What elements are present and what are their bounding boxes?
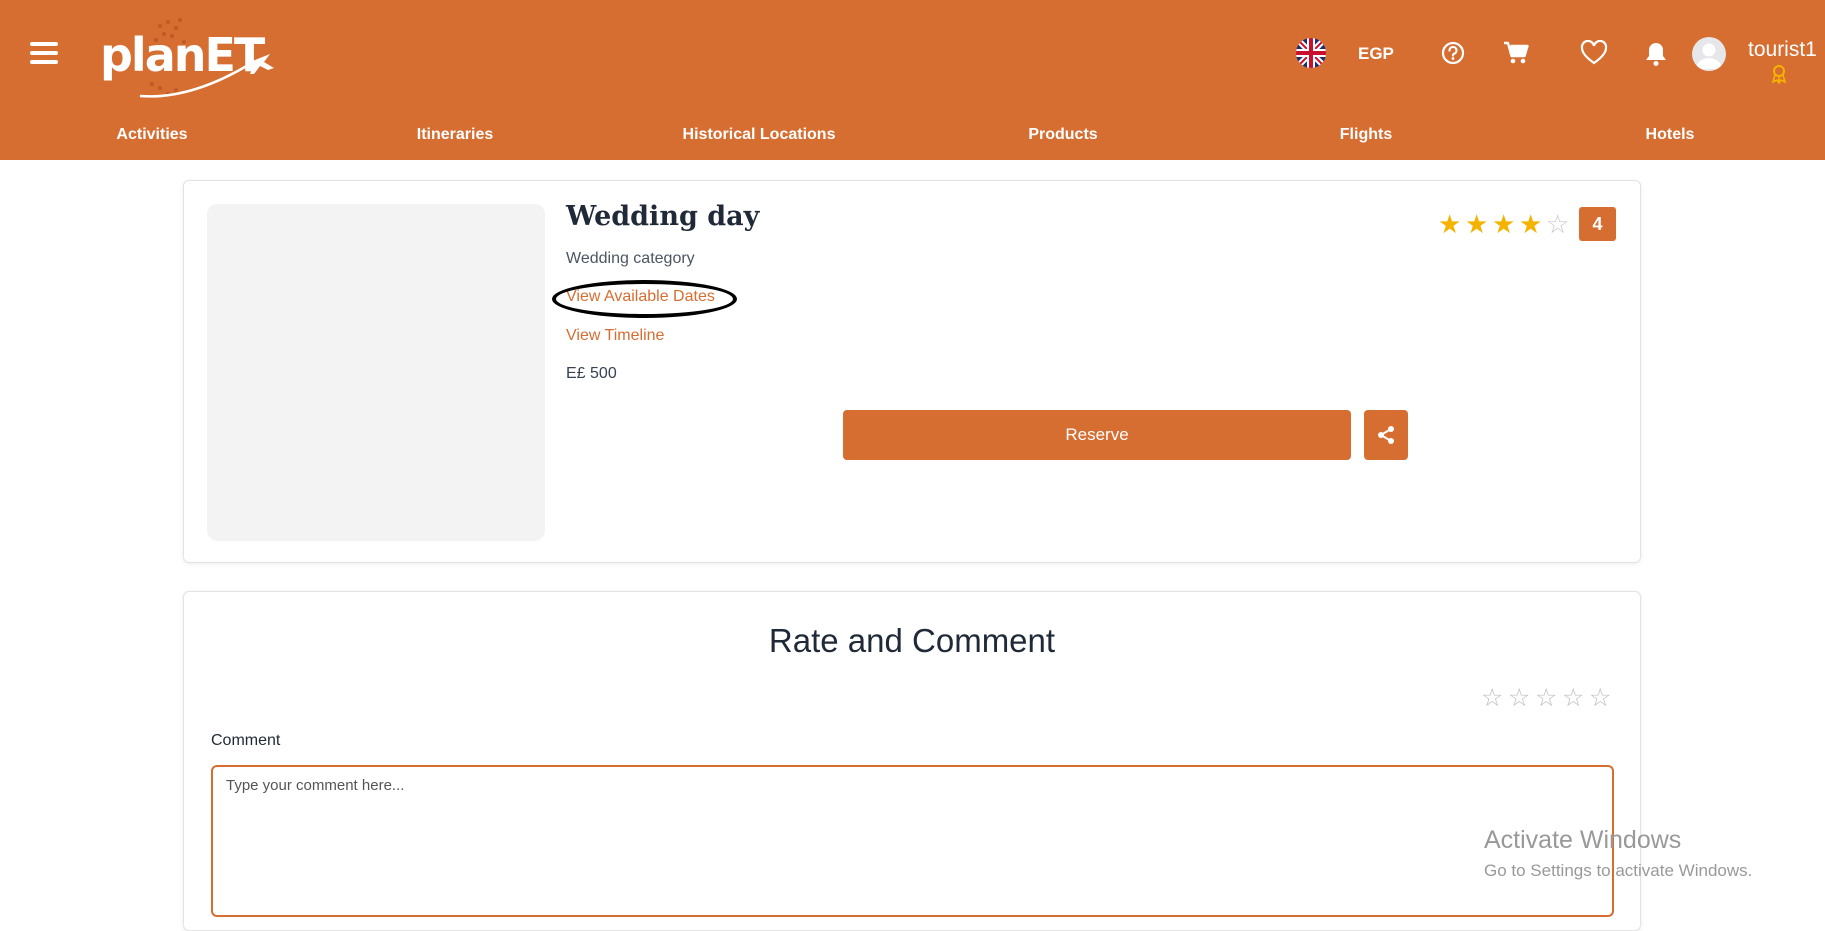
rate-star-icon[interactable]: ☆ [1562,686,1589,711]
star-filled-icon: ★ [1519,209,1543,239]
rate-star-icon[interactable]: ☆ [1589,686,1616,711]
main-nav: Activities Itineraries Historical Locati… [0,118,1825,152]
star-empty-icon: ☆ [1546,209,1570,239]
uk-flag-icon[interactable] [1296,38,1326,68]
menu-icon[interactable] [30,42,58,68]
share-icon [1378,426,1394,444]
comment-label: Comment [211,732,281,749]
username[interactable]: tourist1 [1748,38,1817,62]
watermark-subtitle: Go to Settings to activate Windows. [1484,861,1753,880]
view-timeline-link[interactable]: View Timeline [566,327,664,345]
star-filled-icon: ★ [1438,209,1462,239]
nav-activities[interactable]: Activities [116,126,187,144]
activity-image [207,204,545,541]
rate-star-icon[interactable]: ☆ [1508,686,1535,711]
rate-stars-input[interactable]: ☆ ☆ ☆ ☆ ☆ [1481,686,1616,711]
nav-flights[interactable]: Flights [1340,126,1392,144]
reserve-button[interactable]: Reserve [843,410,1351,460]
comment-input[interactable] [211,765,1614,917]
nav-hotels[interactable]: Hotels [1646,126,1695,144]
rate-star-icon[interactable]: ☆ [1481,686,1508,711]
currency-selector[interactable]: EGP [1358,44,1394,64]
rate-star-icon[interactable]: ☆ [1535,686,1562,711]
rating-badge: 4 [1579,207,1616,241]
nav-products[interactable]: Products [1028,126,1097,144]
heart-icon[interactable] [1580,39,1608,68]
rate-comment-card: Rate and Comment ☆ ☆ ☆ ☆ ☆ Comment [183,591,1641,931]
help-icon[interactable] [1440,40,1468,68]
planet-logo[interactable]: planET [100,18,280,102]
watermark-title: Activate Windows [1484,826,1682,854]
cart-icon[interactable] [1503,40,1531,68]
rate-comment-title: Rate and Comment [768,622,1056,659]
nav-historical-locations[interactable]: Historical Locations [683,126,836,144]
activity-rating-stars: ★ ★ ★ ★ ☆ [1438,211,1573,237]
logo-text: planET [100,28,265,82]
view-available-dates-link[interactable]: View Available Dates [566,288,715,306]
star-filled-icon: ★ [1465,209,1489,239]
avatar-icon[interactable] [1692,37,1726,71]
activity-title: Wedding day [566,201,760,232]
star-filled-icon: ★ [1492,209,1516,239]
nav-itineraries[interactable]: Itineraries [417,126,493,144]
activity-category: Wedding category [566,250,695,267]
activity-price: E£ 500 [566,365,617,382]
top-header: planET EGP tourist1 Activities Itinerari… [0,0,1825,160]
badge-icon [1770,64,1788,86]
windows-activation-watermark: Activate Windows Go to Settings to activ… [1484,826,1752,881]
share-button[interactable] [1364,410,1408,460]
activity-card: Wedding day Wedding category View Availa… [183,180,1641,563]
bell-icon[interactable] [1643,40,1671,68]
